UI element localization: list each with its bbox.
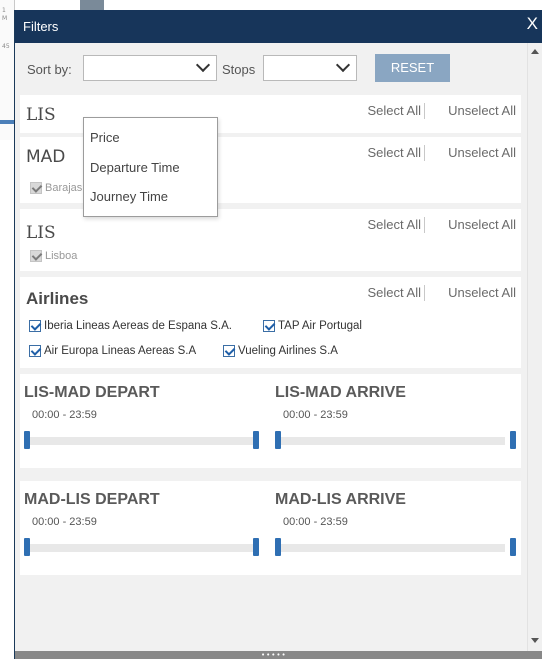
airport-code: MAD bbox=[26, 147, 66, 167]
vertical-scrollbar[interactable] bbox=[527, 43, 542, 651]
sort-option-journey-time[interactable]: Journey Time bbox=[90, 189, 168, 204]
filters-content: Sort by: Stops RESET LIS Select All Unse… bbox=[15, 43, 528, 651]
airline-checkbox-iberia[interactable]: Iberia Lineas Aereas de Espana S.A. bbox=[29, 320, 232, 332]
airport-option-label: Lisboa bbox=[45, 250, 78, 262]
airlines-card: Airlines Select All Unselect All Iberia … bbox=[20, 277, 521, 368]
slider-title: MAD-LIS DEPART bbox=[24, 491, 160, 508]
time-slider-group-outbound: LIS-MAD DEPART 00:00 - 23:59 LIS-MAD ARR… bbox=[20, 374, 521, 468]
time-slider-group-return: MAD-LIS DEPART 00:00 - 23:59 MAD-LIS ARR… bbox=[20, 481, 521, 575]
checkbox-checked-icon bbox=[30, 250, 42, 262]
chevron-down-icon bbox=[195, 57, 211, 73]
slider-range-text: 00:00 - 23:59 bbox=[32, 409, 97, 421]
slider-range-text: 00:00 - 23:59 bbox=[283, 409, 348, 421]
airlines-heading: Airlines bbox=[26, 289, 89, 308]
airport-code: LIS bbox=[26, 223, 56, 243]
airline-checkbox-tap[interactable]: TAP Air Portugal bbox=[263, 320, 362, 332]
slider-track[interactable] bbox=[277, 437, 505, 445]
sort-by-dropdown-list: Price Departure Time Journey Time bbox=[83, 117, 218, 217]
checkbox-checked-icon bbox=[30, 182, 42, 194]
slider-title: MAD-LIS ARRIVE bbox=[275, 491, 406, 508]
select-all-link[interactable]: Select All bbox=[368, 217, 421, 232]
slider-end-handle[interactable] bbox=[510, 538, 516, 556]
background-window-fragment: 1 M 45 bbox=[0, 0, 15, 140]
background-text: 45 bbox=[2, 43, 10, 50]
stops-label: Stops bbox=[222, 62, 256, 77]
unselect-all-link[interactable]: Unselect All bbox=[448, 103, 516, 118]
sort-option-price[interactable]: Price bbox=[90, 130, 120, 145]
close-icon[interactable]: X bbox=[527, 14, 538, 34]
slider-end-handle[interactable] bbox=[510, 431, 516, 449]
slider-range-text: 00:00 - 23:59 bbox=[283, 516, 348, 528]
airline-label: Air Europa Lineas Aereas S.A bbox=[44, 345, 197, 357]
divider bbox=[424, 145, 425, 161]
slider-track[interactable] bbox=[277, 544, 505, 552]
airport-code: LIS bbox=[26, 105, 56, 125]
checkbox-checked-icon bbox=[29, 320, 41, 332]
sort-option-departure-time[interactable]: Departure Time bbox=[90, 160, 180, 175]
slider-end-handle[interactable] bbox=[253, 431, 259, 449]
stops-select[interactable] bbox=[263, 55, 357, 81]
background-text: M bbox=[2, 15, 8, 22]
slider-start-handle[interactable] bbox=[24, 538, 30, 556]
dialog-titlebar[interactable]: Filters X bbox=[15, 10, 542, 43]
divider bbox=[424, 217, 425, 233]
slider-start-handle[interactable] bbox=[275, 538, 281, 556]
slider-end-handle[interactable] bbox=[253, 538, 259, 556]
filters-dialog: Filters X Sort by: Stops RESET LIS Selec… bbox=[14, 10, 542, 659]
select-all-link[interactable]: Select All bbox=[368, 285, 421, 300]
airport-card-return: LIS Select All Unselect All Lisboa bbox=[20, 209, 521, 271]
background-accent-bar bbox=[0, 120, 14, 124]
slider-title: LIS-MAD ARRIVE bbox=[275, 384, 406, 401]
dialog-title: Filters bbox=[23, 19, 59, 34]
checkbox-checked-icon bbox=[29, 345, 41, 357]
checkbox-checked-icon bbox=[223, 345, 235, 357]
slider-track[interactable] bbox=[26, 544, 254, 552]
slider-start-handle[interactable] bbox=[275, 431, 281, 449]
checkbox-checked-icon bbox=[263, 320, 275, 332]
scroll-up-arrow-icon[interactable] bbox=[531, 49, 539, 54]
airline-label: Iberia Lineas Aereas de Espana S.A. bbox=[44, 320, 232, 332]
chevron-down-icon bbox=[335, 57, 351, 73]
sort-bar: Sort by: Stops RESET bbox=[15, 43, 521, 97]
slider-track[interactable] bbox=[26, 437, 254, 445]
sort-by-label: Sort by: bbox=[27, 62, 72, 77]
sort-by-select[interactable] bbox=[83, 55, 217, 81]
unselect-all-link[interactable]: Unselect All bbox=[448, 285, 516, 300]
airline-label: Vueling Airlines S.A bbox=[238, 345, 338, 357]
airline-label: TAP Air Portugal bbox=[278, 320, 362, 332]
airport-checkbox-lisboa[interactable]: Lisboa bbox=[30, 250, 77, 262]
airline-checkbox-air-europa[interactable]: Air Europa Lineas Aereas S.A bbox=[29, 345, 196, 357]
slider-range-text: 00:00 - 23:59 bbox=[32, 516, 97, 528]
unselect-all-link[interactable]: Unselect All bbox=[448, 145, 516, 160]
scroll-down-arrow-icon[interactable] bbox=[531, 638, 539, 643]
background-text: 1 bbox=[2, 7, 6, 14]
select-all-link[interactable]: Select All bbox=[368, 145, 421, 160]
airline-checkbox-vueling[interactable]: Vueling Airlines S.A bbox=[223, 345, 338, 357]
slider-start-handle[interactable] bbox=[24, 431, 30, 449]
divider bbox=[424, 103, 425, 119]
resize-grip[interactable]: ••••• bbox=[15, 651, 542, 659]
select-all-link[interactable]: Select All bbox=[368, 103, 421, 118]
grip-dots-icon: ••••• bbox=[261, 651, 287, 659]
slider-title: LIS-MAD DEPART bbox=[24, 384, 160, 401]
unselect-all-link[interactable]: Unselect All bbox=[448, 217, 516, 232]
reset-button[interactable]: RESET bbox=[375, 54, 450, 82]
divider bbox=[424, 285, 425, 301]
